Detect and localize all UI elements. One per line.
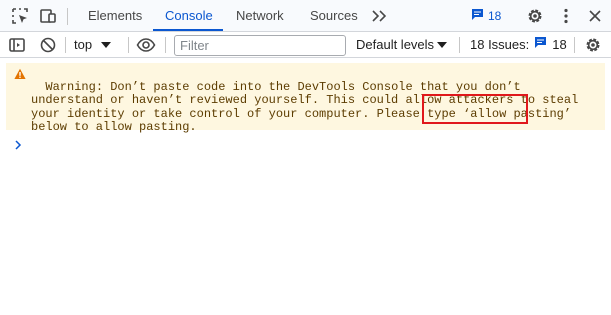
tab-elements[interactable]: Elements — [88, 0, 142, 31]
toolbar-divider — [459, 37, 460, 53]
issues-badge-count: 18 — [488, 9, 502, 23]
more-options-icon[interactable] — [556, 6, 576, 26]
clear-console-icon[interactable] — [38, 35, 58, 55]
context-selector[interactable]: top — [74, 36, 112, 54]
toolbar-divider — [165, 37, 166, 53]
message-icon — [471, 8, 484, 24]
log-levels-label: Default levels — [356, 37, 435, 52]
console-input[interactable] — [28, 134, 598, 154]
issues-count-value: 18 — [552, 37, 567, 52]
close-icon[interactable] — [585, 6, 605, 26]
issues-badge[interactable]: 18 — [471, 7, 501, 25]
tab-sources[interactable]: Sources — [310, 0, 358, 31]
caret-down-icon — [437, 36, 448, 54]
eye-icon[interactable] — [136, 35, 156, 55]
select-element-icon[interactable] — [10, 6, 30, 26]
context-selector-value: top — [74, 37, 93, 52]
console-toolbar: top Default levels 18 Issues: 18 — [0, 32, 611, 58]
toolbar-divider — [128, 37, 129, 53]
warning-icon — [14, 68, 26, 79]
sidebar-toggle-icon[interactable] — [7, 35, 27, 55]
console-prompt-icon — [13, 138, 23, 150]
issues-counter[interactable]: 18 Issues: 18 — [470, 36, 567, 54]
filter-input[interactable] — [174, 35, 346, 56]
issues-label: 18 Issues: — [470, 37, 530, 52]
settings-gear-icon[interactable] — [525, 6, 545, 26]
device-toolbar-icon[interactable] — [38, 6, 58, 26]
settings-gear-icon[interactable] — [583, 35, 603, 55]
log-levels-dropdown[interactable]: Default levels — [356, 36, 448, 54]
tab-console[interactable]: Console — [165, 0, 213, 31]
tab-network[interactable]: Network — [236, 0, 284, 31]
devtools-tab-bar: Elements Console Network Sources 18 — [0, 0, 611, 32]
toolbar-divider — [65, 37, 66, 53]
toolbar-divider — [67, 8, 68, 25]
active-tab-indicator — [153, 29, 223, 31]
warning-text: Warning: Don’t paste code into the DevTo… — [31, 79, 586, 134]
more-tabs-icon[interactable] — [370, 6, 388, 26]
caret-down-icon — [101, 36, 112, 54]
message-icon — [534, 36, 547, 54]
toolbar-divider — [574, 37, 575, 53]
console-warning-message: Warning: Don’t paste code into the DevTo… — [6, 63, 605, 134]
